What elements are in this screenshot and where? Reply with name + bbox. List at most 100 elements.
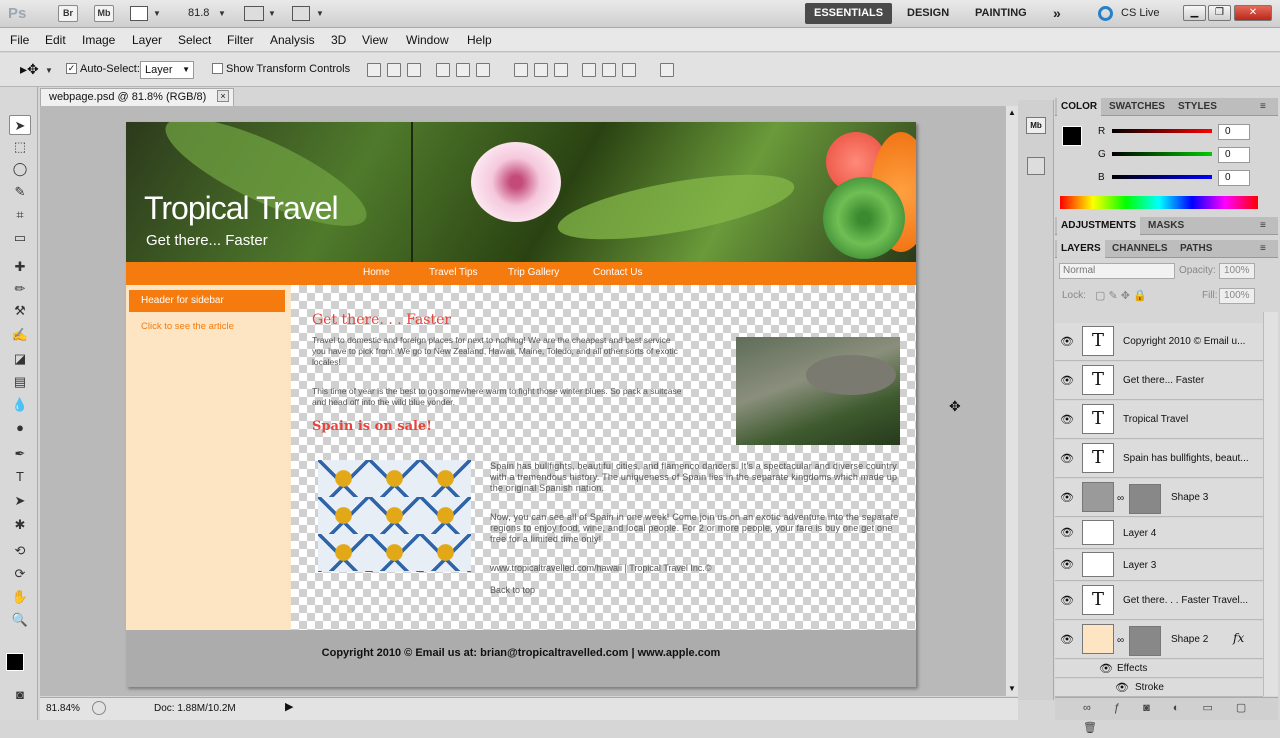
history-brush-tool-icon[interactable]: ✍ [9,325,31,345]
eye-icon[interactable]: 👁 [1115,681,1129,695]
blue-value-field[interactable]: 0 [1218,170,1250,186]
layer-name[interactable]: Spain has bullfights, beaut... [1123,453,1249,464]
menu-3d[interactable]: 3D [331,33,346,47]
layer-name[interactable]: Shape 2 [1171,634,1208,645]
auto-align-layers-icon[interactable] [660,63,674,77]
status-menu-arrow-icon[interactable]: ▶ [285,700,293,713]
menu-window[interactable]: Window [406,33,449,47]
layer-row[interactable]: 👁 Layer 3 [1055,550,1263,581]
nav-trip-gallery[interactable]: Trip Gallery [508,267,559,278]
move-tool-preset-icon[interactable]: ▸✥ [20,61,39,78]
marquee-tool-icon[interactable]: ⬚ [9,137,31,157]
cs-live-menu[interactable]: CS Live [1121,7,1160,19]
dodge-tool-icon[interactable]: ● [9,418,31,438]
eye-icon[interactable]: 👁 [1060,335,1074,349]
foreground-color-swatch[interactable] [6,653,24,671]
auto-select-dropdown[interactable]: Layer ▼ [140,61,194,79]
scroll-down-icon[interactable]: ▼ [1008,684,1016,693]
align-hcenter-icon[interactable] [456,63,470,77]
menu-help[interactable]: Help [467,33,492,47]
menu-analysis[interactable]: Analysis [270,33,315,47]
red-value-field[interactable]: 0 [1218,124,1250,140]
scroll-up-icon[interactable]: ▲ [1008,108,1016,117]
workspace-essentials[interactable]: ESSENTIALS [805,3,893,24]
workspace-design[interactable]: DESIGN [898,3,958,24]
eye-icon[interactable]: 👁 [1060,594,1074,608]
eye-icon[interactable]: 👁 [1060,413,1074,427]
align-vcenter-icon[interactable] [387,63,401,77]
tab-paths[interactable]: PATHS [1180,243,1212,254]
layer-row[interactable]: 👁 T Get there... Faster [1055,362,1263,400]
menu-select[interactable]: Select [178,33,211,47]
chevron-down-icon[interactable]: ▼ [316,9,324,18]
fill-field[interactable]: 100% [1219,288,1255,304]
align-top-icon[interactable] [367,63,381,77]
sidebar-link[interactable]: Click to see the article [141,321,234,332]
workspace-painting[interactable]: PAINTING [966,3,1036,24]
move-tool-icon[interactable]: ➤ [9,115,31,135]
quick-mask-icon[interactable]: ◙ [9,685,31,705]
green-slider[interactable] [1112,152,1212,156]
distribute-right-icon[interactable] [622,63,636,77]
chevron-down-icon[interactable]: ▼ [268,9,276,18]
tab-adjustments[interactable]: ADJUSTMENTS [1057,217,1141,235]
document-tab[interactable]: webpage.psd @ 81.8% (RGB/8) × [40,88,234,106]
layers-panel-footer[interactable]: ∞ ƒ ◙ ◐ ▭ ▢ 🗑 [1055,697,1278,734]
layer-name[interactable]: Layer 3 [1123,560,1156,571]
color-spectrum-ramp[interactable] [1060,196,1258,209]
chevron-down-icon[interactable]: ▼ [153,9,161,18]
tab-masks[interactable]: MASKS [1148,220,1184,231]
align-right-icon[interactable] [476,63,490,77]
quick-selection-tool-icon[interactable]: ✎ [9,182,31,202]
eye-icon[interactable]: 👁 [1060,633,1074,647]
status-info-icon[interactable] [92,701,106,715]
gradient-tool-icon[interactable]: ▤ [9,372,31,392]
spot-healing-tool-icon[interactable]: ✚ [9,257,31,277]
panel-menu-icon[interactable]: ≡ [1260,101,1266,112]
arrange-documents-icon[interactable] [244,6,264,21]
chevron-down-icon[interactable]: ▼ [45,66,53,75]
close-button[interactable]: ✕ [1234,5,1272,21]
eye-icon[interactable]: 👁 [1060,491,1074,505]
tab-styles[interactable]: STYLES [1178,101,1217,112]
align-bottom-icon[interactable] [407,63,421,77]
back-to-top-link[interactable]: Back to top [490,585,535,596]
blue-slider[interactable] [1112,175,1212,179]
menu-view[interactable]: View [362,33,388,47]
status-zoom[interactable]: 81.84% [46,703,80,714]
layer-name[interactable]: Tropical Travel [1123,414,1188,425]
layer-row[interactable]: 👁 ∞ Shape 2 fx [1055,621,1263,659]
tab-layers[interactable]: LAYERS [1057,240,1105,258]
menu-layer[interactable]: Layer [132,33,162,47]
lasso-tool-icon[interactable]: ◯ [9,159,31,179]
distribute-left-icon[interactable] [582,63,596,77]
align-left-icon[interactable] [436,63,450,77]
eraser-tool-icon[interactable]: ◪ [9,349,31,369]
opacity-field[interactable]: 100% [1219,263,1255,279]
eye-icon[interactable]: 👁 [1060,526,1074,540]
type-tool-icon[interactable]: T [9,467,31,487]
nav-home[interactable]: Home [363,267,390,278]
layers-scrollbar[interactable] [1263,312,1278,696]
tab-swatches[interactable]: SWATCHES [1109,101,1165,112]
auto-select-checkbox[interactable]: ✓ [66,63,77,74]
hand-tool-icon[interactable]: ✋ [9,587,31,607]
mini-bridge-panel-icon[interactable]: Mb [1026,117,1046,134]
view-extras-icon[interactable] [130,6,148,21]
shape-tool-icon[interactable]: ✱ [9,515,31,535]
distribute-top-icon[interactable] [514,63,528,77]
eye-icon[interactable]: 👁 [1099,662,1113,676]
color-foreground-swatch[interactable] [1062,126,1082,146]
panel-menu-icon[interactable]: ≡ [1260,243,1266,254]
eye-icon[interactable]: 👁 [1060,374,1074,388]
zoom-tool-icon[interactable]: 🔍 [9,610,31,630]
menu-image[interactable]: Image [82,33,115,47]
layer-row[interactable]: 👁 T Get there. . . Faster Travel... [1055,582,1263,620]
blend-mode-dropdown[interactable]: Normal [1059,263,1175,279]
layer-row[interactable]: 👁 Layer 4 [1055,518,1263,549]
layer-row[interactable]: 👁 T Copyright 2010 © Email u... [1055,323,1263,361]
blur-tool-icon[interactable]: 💧 [9,395,31,415]
eye-icon[interactable]: 👁 [1060,558,1074,572]
tab-color[interactable]: COLOR [1057,98,1102,116]
mini-bridge-button[interactable]: Mb [94,5,114,22]
